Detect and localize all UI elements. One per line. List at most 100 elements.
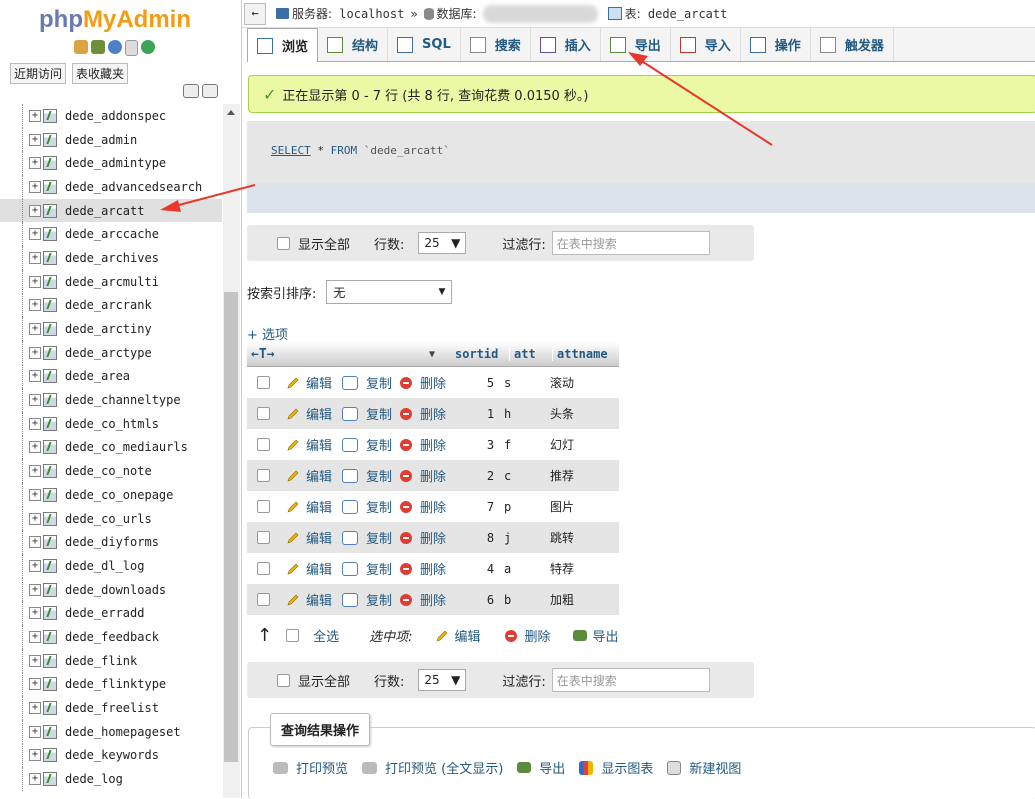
column-att[interactable]: att [509, 347, 552, 361]
tree-item[interactable]: + dede_arctiny [0, 317, 222, 341]
copy-button[interactable]: 复制 [366, 497, 392, 516]
sql-query[interactable]: SELECT * FROM `dede_arcatt` [271, 144, 450, 157]
delete-button[interactable]: 删除 [420, 559, 446, 578]
tree-item-label[interactable]: dede_dl_log [65, 559, 144, 573]
show-all-checkbox[interactable] [277, 673, 290, 687]
tab-5[interactable]: 导出 [601, 28, 671, 61]
check-all-checkbox[interactable] [286, 629, 300, 642]
tree-item[interactable]: + dede_dl_log [0, 554, 222, 578]
expand-icon[interactable]: + [29, 678, 41, 691]
rows-select[interactable]: 25 ▼ [418, 232, 467, 254]
tree-item[interactable]: + dede_log [0, 767, 222, 791]
database-link[interactable] [482, 4, 598, 23]
tree-item-label[interactable]: dede_erradd [65, 606, 144, 620]
table-icon[interactable] [43, 653, 57, 668]
print-preview-link[interactable]: 打印预览 [296, 758, 348, 777]
tab-4[interactable]: 插入 [531, 28, 601, 61]
expand-icon[interactable]: + [29, 109, 41, 122]
table-icon[interactable] [43, 298, 57, 313]
tree-item-label[interactable]: dede_archives [65, 251, 159, 265]
tree-item-label[interactable]: dede_co_note [65, 464, 152, 478]
edit-button[interactable]: 编辑 [306, 528, 332, 547]
tree-item[interactable]: + dede_admin [0, 127, 222, 152]
row-checkbox[interactable] [257, 407, 270, 420]
scroll-thumb[interactable] [224, 292, 238, 762]
table-icon[interactable] [43, 274, 57, 289]
expand-icon[interactable]: + [29, 180, 41, 193]
copy-button[interactable]: 复制 [366, 466, 392, 485]
table-icon[interactable] [43, 227, 57, 242]
tree-item-label[interactable]: dede_area [65, 369, 130, 383]
tab-0[interactable]: 浏览 [247, 28, 319, 62]
tree-item-label[interactable]: dede_diyforms [65, 535, 159, 549]
expand-icon[interactable]: + [29, 512, 41, 525]
tree-item-label[interactable]: dede_channeltype [65, 393, 181, 407]
tree-item-label[interactable]: dede_log [65, 772, 123, 786]
tree-item-label[interactable]: dede_homepageset [65, 725, 181, 739]
tree-item[interactable]: + dede_arccache [0, 222, 222, 247]
table-link[interactable]: dede_arcatt [648, 7, 727, 21]
tab-6[interactable]: 导入 [671, 28, 741, 61]
logout-icon[interactable] [91, 40, 105, 54]
column-sortid[interactable]: sortid [451, 347, 509, 361]
delete-button[interactable]: 删除 [420, 528, 446, 547]
table-icon[interactable] [43, 440, 57, 455]
delete-button[interactable]: 删除 [420, 373, 446, 392]
tree-item-label[interactable]: dede_co_htmls [65, 417, 159, 431]
tree-item-label[interactable]: dede_freelist [65, 701, 159, 715]
tree-item[interactable]: + dede_arcrank [0, 293, 222, 318]
table-icon[interactable] [43, 582, 57, 597]
tree-item[interactable]: + dede_flinktype [0, 672, 222, 697]
table-icon[interactable] [43, 345, 57, 360]
expand-icon[interactable]: + [29, 275, 41, 288]
tree-item-label[interactable]: dede_co_mediaurls [65, 440, 188, 454]
tree-item[interactable]: + dede_downloads [0, 577, 222, 602]
expand-icon[interactable]: + [29, 725, 41, 738]
tree-scrollbar[interactable] [223, 104, 240, 798]
tree-item-label[interactable]: dede_admintype [65, 156, 166, 170]
column-attname[interactable]: attname [552, 347, 608, 361]
tree-item[interactable]: + dede_keywords [0, 743, 222, 768]
table-icon[interactable] [43, 535, 57, 550]
tree-item-label[interactable]: dede_downloads [65, 583, 166, 597]
expand-icon[interactable]: + [29, 630, 41, 643]
tree-item[interactable]: + dede_co_mediaurls [0, 435, 222, 460]
expand-icon[interactable]: + [29, 536, 41, 549]
create-view-link[interactable]: 新建视图 [689, 758, 741, 777]
expand-icon[interactable]: + [29, 204, 41, 217]
tree-item[interactable]: + dede_co_onepage [0, 483, 222, 507]
scroll-up-icon[interactable] [227, 110, 235, 115]
tree-item-label[interactable]: dede_arctype [65, 346, 152, 360]
tree-item[interactable]: + dede_erradd [0, 601, 222, 626]
print-full-link[interactable]: 打印预览 (全文显示) [385, 758, 503, 777]
check-all-label[interactable]: 全选 [313, 626, 339, 645]
table-icon[interactable] [43, 724, 57, 739]
expand-icon[interactable]: + [29, 228, 41, 241]
expand-icon[interactable]: + [29, 583, 41, 596]
tree-item[interactable]: + dede_diyforms [0, 530, 222, 555]
back-arrow-icon[interactable]: ← [244, 2, 266, 25]
table-icon[interactable] [43, 558, 57, 573]
tree-item[interactable]: + dede_homepageset [0, 719, 222, 744]
tree-item-label[interactable]: dede_feedback [65, 630, 159, 644]
expand-icon[interactable]: + [29, 370, 41, 383]
tree-item[interactable]: + dede_advancedsearch [0, 175, 222, 199]
filter-input[interactable]: 在表中搜索 [551, 231, 710, 255]
tree-item[interactable]: + dede_area [0, 364, 222, 389]
expand-icon[interactable]: + [29, 394, 41, 407]
edit-button[interactable]: 编辑 [306, 373, 332, 392]
sort-arrow-icon[interactable]: ▼ [429, 349, 451, 360]
row-checkbox[interactable] [257, 593, 270, 606]
tree-item[interactable]: + dede_arctype [0, 340, 222, 365]
table-icon[interactable] [43, 322, 57, 337]
expand-icon[interactable]: + [29, 251, 41, 264]
row-checkbox[interactable] [257, 469, 270, 482]
expand-icon[interactable]: + [29, 773, 41, 786]
help-icon[interactable] [108, 40, 122, 54]
table-icon[interactable] [43, 606, 57, 621]
copy-button[interactable]: 复制 [366, 590, 392, 609]
bulk-export-button[interactable]: 导出 [593, 626, 619, 645]
expand-icon[interactable]: + [29, 559, 41, 572]
expand-icon[interactable]: + [29, 749, 41, 762]
expand-icon[interactable]: + [29, 654, 41, 667]
